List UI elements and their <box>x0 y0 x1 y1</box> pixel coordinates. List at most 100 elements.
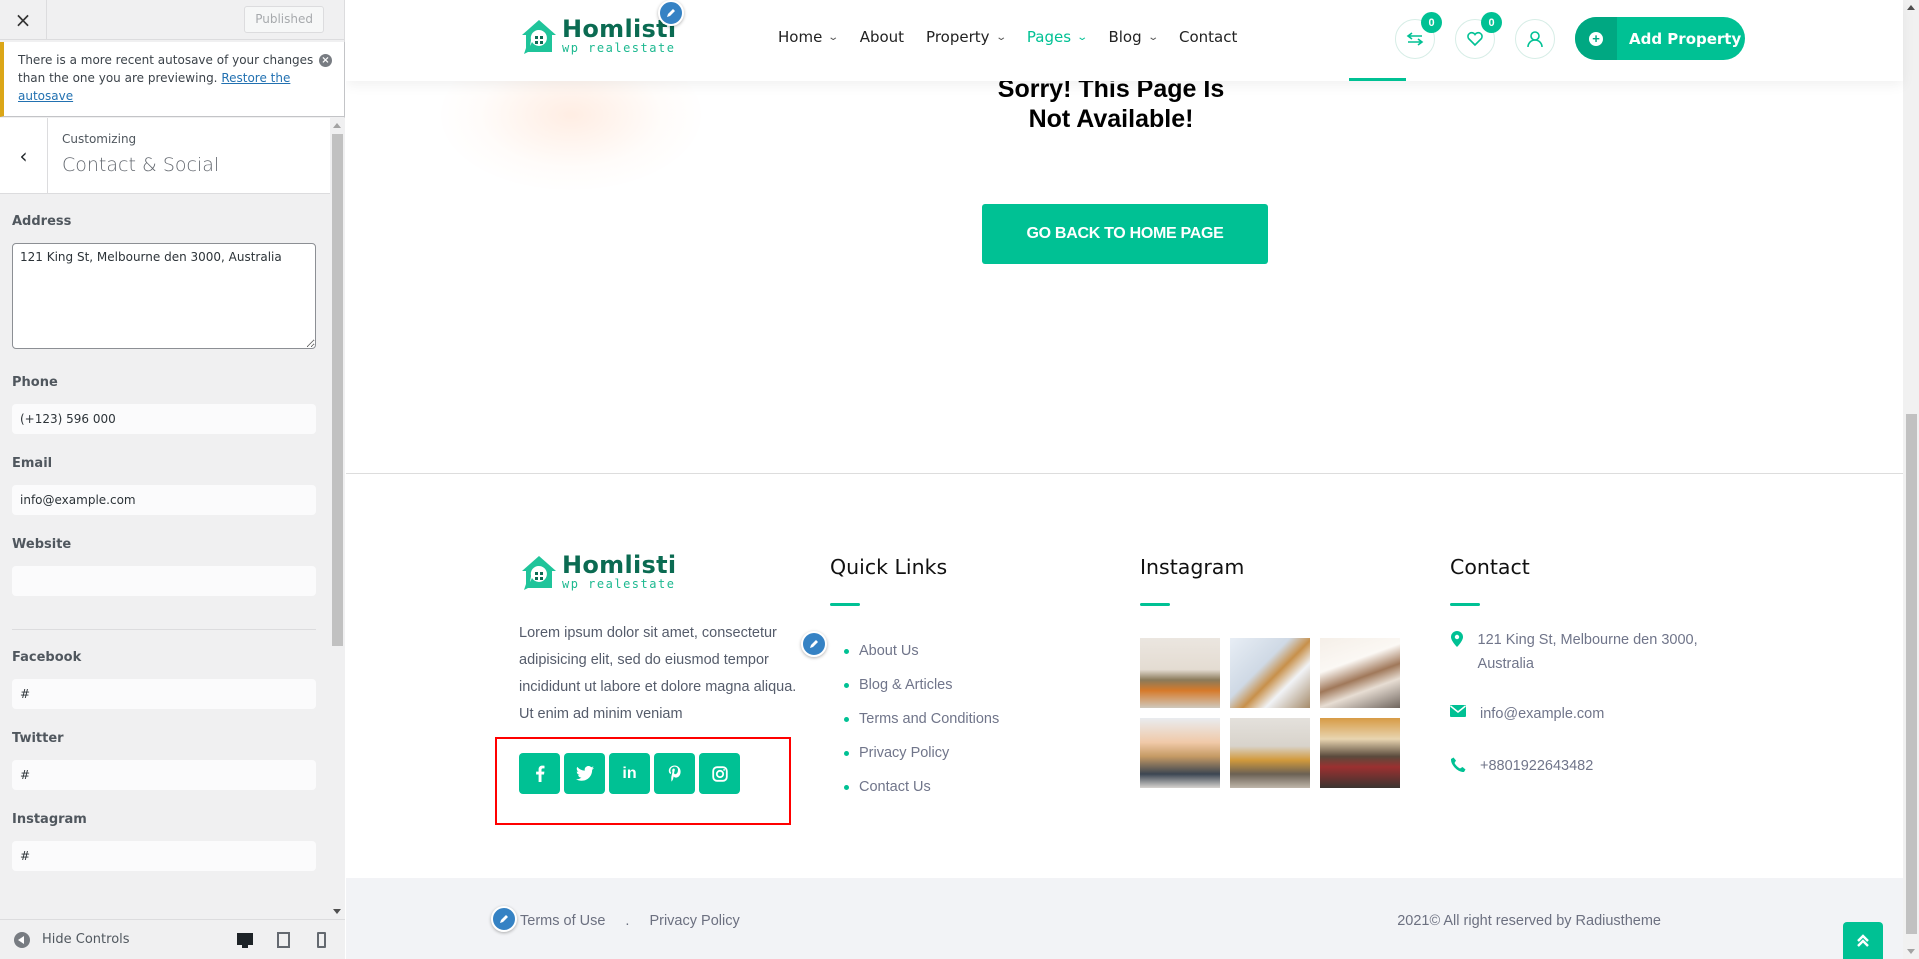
nav-item-about[interactable]: About <box>860 28 904 46</box>
plus-circle-icon: + <box>1589 31 1603 46</box>
error-title-line2: Not Available! <box>1028 105 1194 133</box>
nav-item-property[interactable]: Property ⌄ <box>926 28 1007 46</box>
facebook-field[interactable] <box>12 679 316 709</box>
instagram-icon <box>711 765 728 782</box>
pencil-icon <box>500 915 508 923</box>
contact-email-text[interactable]: info@example.com <box>1480 702 1604 726</box>
error-title: Sorry! This Page Is Not Available! <box>936 74 1286 134</box>
double-chevron-up-icon <box>1857 933 1869 947</box>
footer-bottom-links: Terms of Use . Privacy Policy <box>520 913 740 929</box>
instagram-button[interactable] <box>699 753 740 794</box>
section-header: ‹ Customizing Contact & Social <box>0 118 330 194</box>
hide-controls-button[interactable]: Hide Controls <box>42 932 130 947</box>
nav-item-home[interactable]: Home ⌄ <box>778 28 840 46</box>
copyright-text: 2021© All right reserved by Radiustheme <box>1397 913 1661 929</box>
instagram-field[interactable] <box>12 841 316 871</box>
nav-item-pages[interactable]: Pages ⌄ <box>1027 28 1089 46</box>
address-field[interactable]: 121 King St, Melbourne den 3000, Austral… <box>12 243 316 349</box>
twitter-label: Twitter <box>12 731 64 746</box>
quick-link-contact-us[interactable]: Contact Us <box>844 770 999 804</box>
title-underline <box>1140 603 1170 606</box>
desktop-preview-button[interactable] <box>237 932 253 948</box>
quick-link-terms[interactable]: Terms and Conditions <box>844 702 999 736</box>
footer-logo[interactable]: Homlisti wp realestate <box>520 553 676 590</box>
contact-phone: +8801922643482 <box>1449 754 1593 778</box>
instagram-image-staircase[interactable] <box>1230 638 1310 708</box>
scroll-down-arrow-icon[interactable] <box>1907 949 1915 954</box>
website-field[interactable] <box>12 566 316 596</box>
back-button[interactable]: ‹ <box>0 118 48 193</box>
mobile-preview-button[interactable] <box>317 932 333 948</box>
instagram-image-hanging-chair[interactable] <box>1320 718 1400 788</box>
preview-scroll-thumb[interactable] <box>1906 414 1917 934</box>
sidebar-scrollbar[interactable] <box>330 118 345 919</box>
scroll-down-arrow-icon[interactable] <box>333 909 341 914</box>
title-underline <box>830 603 860 606</box>
nav-item-contact[interactable]: Contact <box>1179 28 1237 46</box>
contact-address: 121 King St, Melbourne den 3000, Austral… <box>1449 628 1719 676</box>
site-logo[interactable]: Homlisti wp realestate <box>520 17 676 54</box>
instagram-image-living-room[interactable] <box>1140 638 1220 708</box>
pencil-icon <box>667 9 675 17</box>
logo-name: Homlisti <box>562 15 677 43</box>
edit-footer-shortcut[interactable] <box>491 906 517 932</box>
phone-label: Phone <box>12 375 58 390</box>
nav-item-blog[interactable]: Blog ⌄ <box>1108 28 1158 46</box>
compare-button[interactable]: 0 <box>1395 12 1442 59</box>
app-window: × Published There is a more recent autos… <box>0 0 1919 959</box>
go-back-home-button[interactable]: GO BACK TO HOME PAGE <box>982 204 1268 264</box>
contact-address-text: 121 King St, Melbourne den 3000, Austral… <box>1477 632 1698 672</box>
instagram-image-sofa-lounge[interactable] <box>1230 718 1310 788</box>
privacy-policy-link[interactable]: Privacy Policy <box>649 913 739 929</box>
footer-logo-name: Homlisti <box>562 551 677 579</box>
scroll-up-arrow-icon[interactable] <box>333 123 341 128</box>
terms-of-use-link[interactable]: Terms of Use <box>520 913 605 929</box>
section-controls: Address 121 King St, Melbourne den 3000,… <box>0 214 330 871</box>
email-field[interactable] <box>12 485 316 515</box>
facebook-label: Facebook <box>12 650 82 665</box>
tablet-preview-button[interactable] <box>277 932 293 948</box>
preview-scrollbar[interactable] <box>1903 0 1919 959</box>
chevron-down-icon: ⌄ <box>1076 31 1089 43</box>
chevron-down-icon: ⌄ <box>827 31 840 43</box>
pinterest-button[interactable] <box>654 753 695 794</box>
edit-logo-shortcut[interactable] <box>658 0 684 26</box>
contact-phone-text[interactable]: +8801922643482 <box>1480 754 1593 778</box>
nav-label: Property <box>926 28 990 46</box>
nav-label: Home <box>778 28 823 46</box>
quick-link-blog-articles[interactable]: Blog & Articles <box>844 668 999 702</box>
edit-menu-shortcut[interactable] <box>801 631 827 657</box>
publish-button[interactable]: Published <box>244 6 324 33</box>
sidebar-scroll-thumb[interactable] <box>332 134 343 646</box>
logo-tagline: wp realestate <box>562 41 676 55</box>
linkedin-button[interactable]: in <box>609 753 650 794</box>
quick-links-title: Quick Links <box>830 555 948 579</box>
quick-link-about-us[interactable]: About Us <box>844 634 999 668</box>
desktop-icon <box>237 933 253 945</box>
email-label: Email <box>12 456 53 471</box>
map-pin-icon <box>1450 631 1463 647</box>
separator: . <box>625 913 630 929</box>
collapse-icon[interactable] <box>14 931 30 948</box>
close-customizer-button[interactable]: × <box>0 0 47 40</box>
account-button[interactable] <box>1515 19 1555 59</box>
twitter-button[interactable] <box>564 753 605 794</box>
main-nav: Home ⌄ About Property ⌄ Pages ⌄ Blog ⌄ Conta… <box>778 28 1259 46</box>
instagram-image-lamp-corner[interactable] <box>1320 638 1400 708</box>
instagram-image-rattan-chair[interactable] <box>1140 718 1220 788</box>
phone-field[interactable] <box>12 404 316 434</box>
section-title: Contact & Social <box>62 154 220 176</box>
facebook-button[interactable] <box>519 753 560 794</box>
dismiss-notice-icon[interactable]: × <box>319 54 332 67</box>
autosave-notice: There is a more recent autosave of your … <box>0 42 345 117</box>
pencil-icon <box>810 640 818 648</box>
back-to-top-button[interactable] <box>1843 922 1883 959</box>
scroll-up-arrow-icon[interactable] <box>1907 5 1915 10</box>
title-underline <box>1450 603 1480 606</box>
add-property-button[interactable]: + Add Property <box>1575 17 1745 60</box>
wishlist-button[interactable]: 0 <box>1455 12 1502 59</box>
section-breadcrumb: Customizing <box>62 132 137 146</box>
twitter-icon <box>575 766 594 781</box>
quick-link-privacy[interactable]: Privacy Policy <box>844 736 999 770</box>
twitter-field[interactable] <box>12 760 316 790</box>
